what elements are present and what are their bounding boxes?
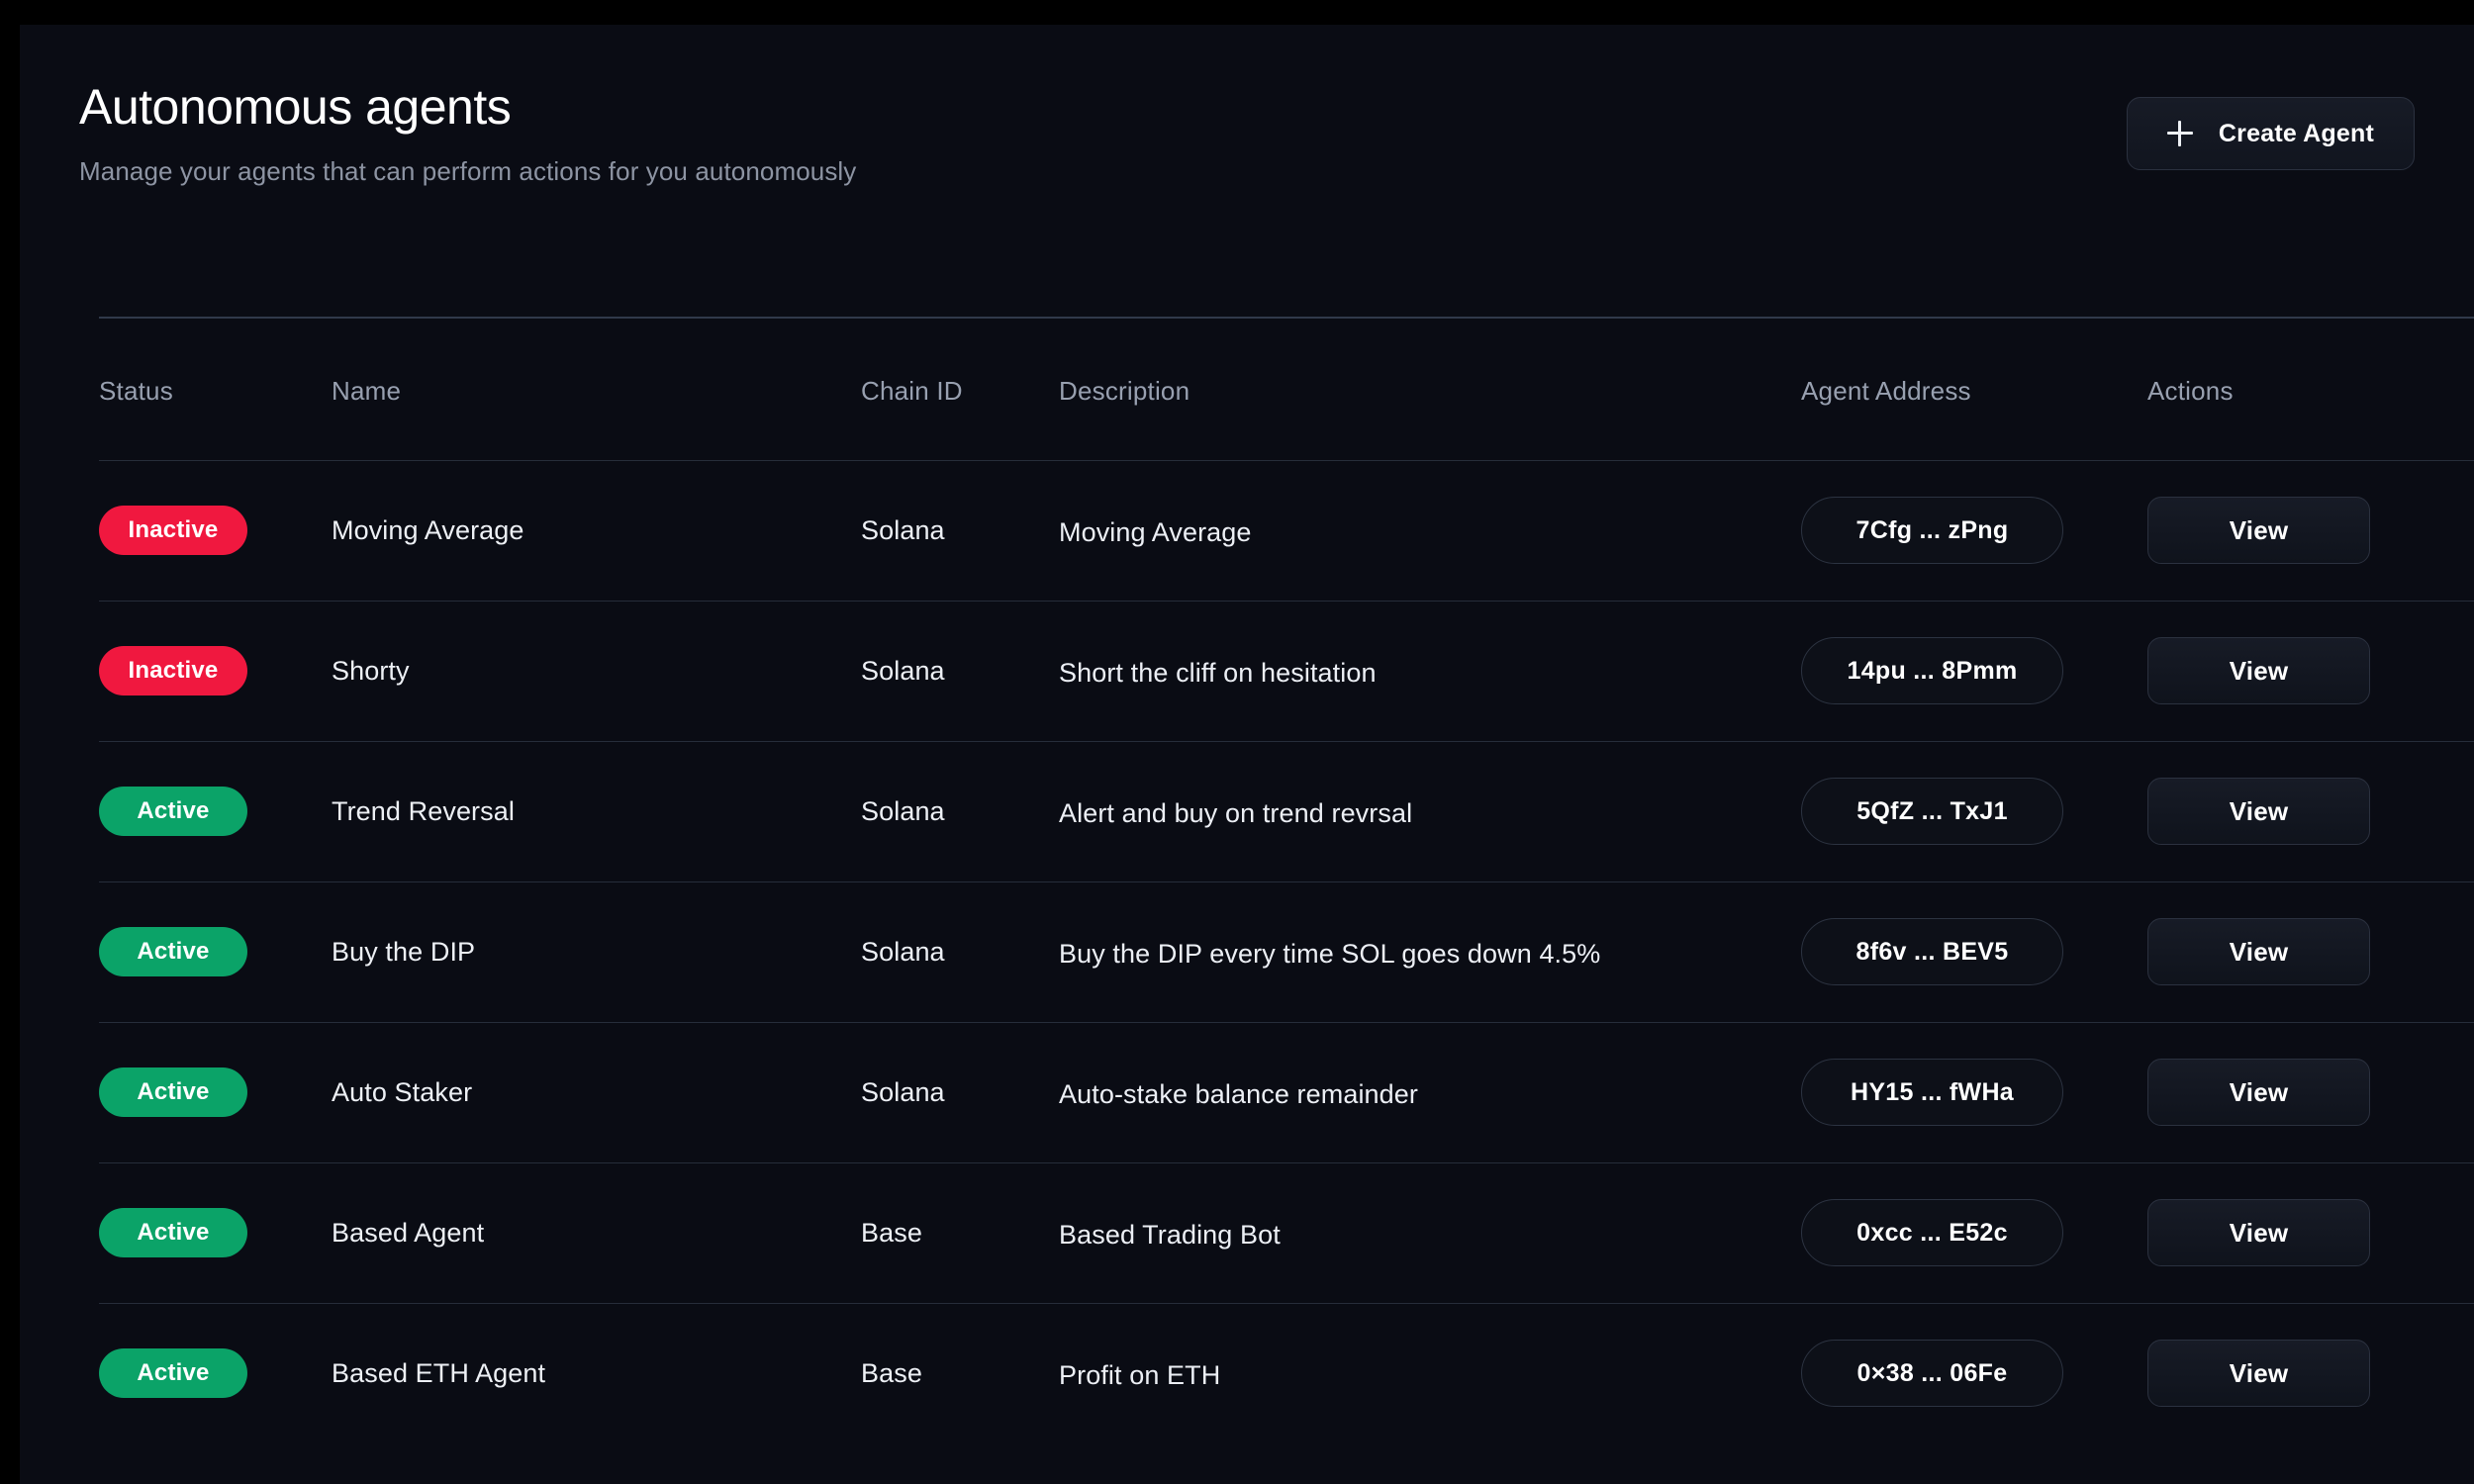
chain-id: Base [861, 1218, 1059, 1249]
status-badge: Active [99, 927, 247, 976]
chain-id: Solana [861, 796, 1059, 827]
agent-description: Auto-stake balance remainder [1059, 1079, 1801, 1110]
agent-address-cell: 7Cfg ... zPng [1801, 497, 2147, 564]
plus-icon [2167, 121, 2193, 146]
agent-description: Buy the DIP every time SOL goes down 4.5… [1059, 939, 1801, 970]
status-badge: Active [99, 787, 247, 836]
view-button[interactable]: View [2147, 637, 2370, 704]
agent-address-pill[interactable]: HY15 ... fWHa [1801, 1059, 2063, 1126]
page-title: Autonomous agents [79, 79, 2415, 135]
agent-description: Short the cliff on hesitation [1059, 658, 1801, 689]
status-badge: Active [99, 1067, 247, 1117]
agent-description: Based Trading Bot [1059, 1220, 1801, 1251]
chain-id: Solana [861, 515, 1059, 546]
table-row: Active Trend ReversalSolanaAlert and buy … [20, 741, 2474, 881]
page-subtitle: Manage your agents that can perform acti… [79, 156, 2415, 187]
actions-cell: View [2147, 778, 2444, 845]
status-badge: Active [99, 1348, 247, 1398]
actions-cell: View [2147, 1340, 2444, 1407]
table-row: Active Auto StakerSolanaAuto-stake balanc… [20, 1022, 2474, 1162]
view-button[interactable]: View [2147, 1199, 2370, 1266]
chain-id: Base [861, 1358, 1059, 1389]
table-row: Active Buy the DIPSolanaBuy the DIP every… [20, 881, 2474, 1022]
actions-cell: View [2147, 1199, 2444, 1266]
view-button[interactable]: View [2147, 1340, 2370, 1407]
status-badge: Active [99, 1208, 247, 1257]
agent-description: Alert and buy on trend revrsal [1059, 798, 1801, 829]
chain-id: Solana [861, 656, 1059, 687]
agent-name: Buy the DIP [332, 937, 861, 968]
column-header-status: Status [99, 376, 332, 407]
view-button[interactable]: View [2147, 497, 2370, 564]
status-cell: Active [99, 787, 332, 836]
column-header-actions: Actions [2147, 376, 2444, 407]
view-button[interactable]: View [2147, 1059, 2370, 1126]
column-header-agent-address: Agent Address [1801, 376, 2147, 407]
status-cell: Inactive [99, 646, 332, 696]
create-agent-button[interactable]: Create Agent [2127, 97, 2415, 170]
actions-cell: View [2147, 918, 2444, 985]
status-cell: Active [99, 927, 332, 976]
agent-name: Auto Staker [332, 1077, 861, 1108]
agent-description: Moving Average [1059, 517, 1801, 548]
view-button[interactable]: View [2147, 918, 2370, 985]
agent-address-cell: 5QfZ ... TxJ1 [1801, 778, 2147, 845]
column-header-description: Description [1059, 376, 1801, 407]
agents-table: Status Name Chain ID Description Agent A… [20, 322, 2474, 1443]
agent-name: Trend Reversal [332, 796, 861, 827]
agent-address-pill[interactable]: 0×38 ... 06Fe [1801, 1340, 2063, 1407]
table-row: Active Based AgentBaseBased Trading Bot0x… [20, 1162, 2474, 1303]
agent-address-pill[interactable]: 5QfZ ... TxJ1 [1801, 778, 2063, 845]
table-header-row: Status Name Chain ID Description Agent A… [20, 322, 2474, 460]
column-header-name: Name [332, 376, 861, 407]
header-divider [99, 317, 2474, 319]
table-body: InactiveMoving AverageSolanaMoving Avera… [20, 460, 2474, 1443]
actions-cell: View [2147, 1059, 2444, 1126]
table-row: Inactive ShortySolanaShort the cliff on h… [20, 601, 2474, 741]
actions-cell: View [2147, 637, 2444, 704]
agents-page-card: Autonomous agents Manage your agents tha… [20, 25, 2474, 1484]
agent-address-cell: 0×38 ... 06Fe [1801, 1340, 2147, 1407]
agent-address-pill[interactable]: 14pu ... 8Pmm [1801, 637, 2063, 704]
chain-id: Solana [861, 937, 1059, 968]
agent-name: Shorty [332, 656, 861, 687]
status-badge: Inactive [99, 646, 247, 696]
agent-address-cell: 0xcc ... E52c [1801, 1199, 2147, 1266]
status-cell: Active [99, 1067, 332, 1117]
agent-address-pill[interactable]: 8f6v ... BEV5 [1801, 918, 2063, 985]
status-badge: Inactive [99, 506, 247, 555]
agent-description: Profit on ETH [1059, 1360, 1801, 1391]
table-row: Inactive Moving AverageSolanaMoving Avera… [20, 460, 2474, 601]
agent-address-pill[interactable]: 0xcc ... E52c [1801, 1199, 2063, 1266]
chain-id: Solana [861, 1077, 1059, 1108]
status-cell: Inactive [99, 506, 332, 555]
agent-address-cell: 14pu ... 8Pmm [1801, 637, 2147, 704]
view-button[interactable]: View [2147, 778, 2370, 845]
actions-cell: View [2147, 497, 2444, 564]
create-agent-label: Create Agent [2219, 120, 2374, 148]
column-header-chain-id: Chain ID [861, 376, 1059, 407]
status-cell: Active [99, 1348, 332, 1398]
agent-name: Moving Average [332, 515, 861, 546]
agent-address-cell: HY15 ... fWHa [1801, 1059, 2147, 1126]
agent-address-pill[interactable]: 7Cfg ... zPng [1801, 497, 2063, 564]
agent-name: Based Agent [332, 1218, 861, 1249]
agent-address-cell: 8f6v ... BEV5 [1801, 918, 2147, 985]
page-header: Autonomous agents Manage your agents tha… [20, 25, 2474, 292]
table-row: Active Based ETH AgentBaseProfit on ETH0×… [20, 1303, 2474, 1443]
agent-name: Based ETH Agent [332, 1358, 861, 1389]
status-cell: Active [99, 1208, 332, 1257]
